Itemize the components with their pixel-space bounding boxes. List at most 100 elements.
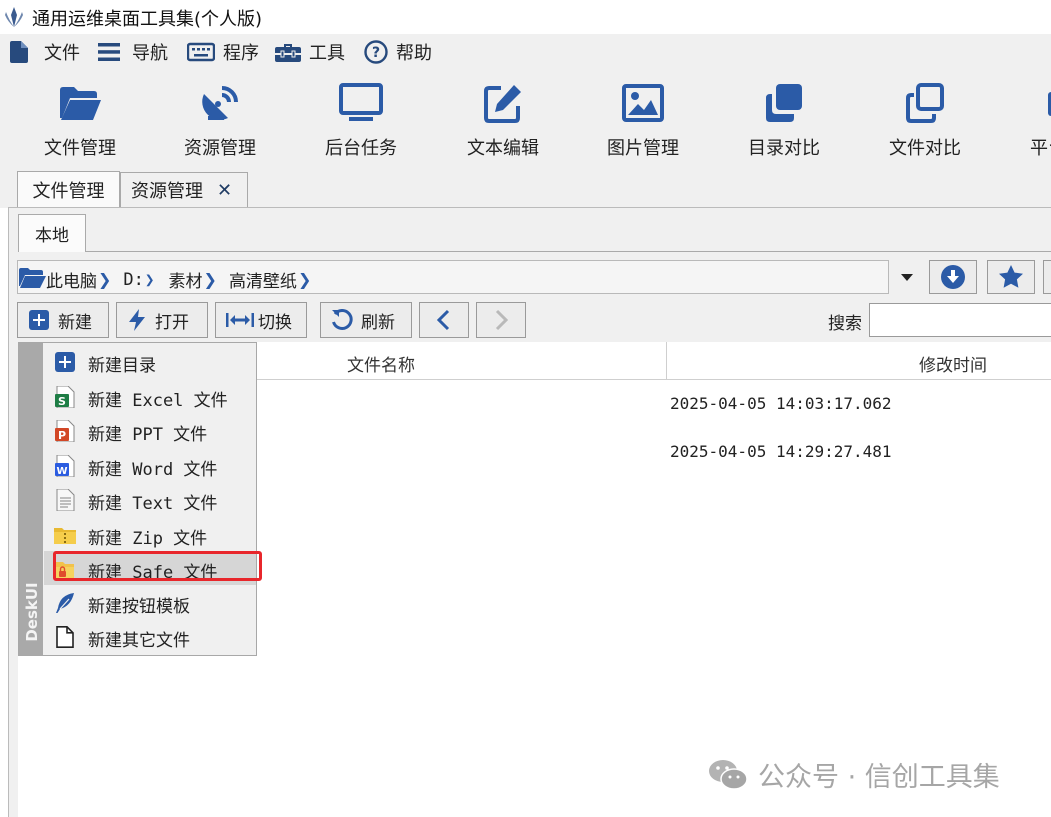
ribbon-platform[interactable]: 平台 — [996, 70, 1051, 168]
hamburger-icon — [98, 43, 120, 61]
folder-open-icon — [60, 87, 101, 120]
menu-bar: 文件 导航 程序 工具 ? 帮助 — [0, 34, 1051, 70]
arrows-h-icon — [226, 313, 254, 327]
more-button[interactable] — [1043, 260, 1051, 294]
caret-down-icon — [901, 274, 913, 281]
download-button[interactable] — [929, 260, 977, 294]
column-divider[interactable] — [666, 342, 667, 379]
menu-item-new-folder[interactable]: 新建目录 — [44, 344, 256, 378]
zip-file-icon — [54, 528, 76, 544]
menu-nav[interactable]: 导航 — [98, 39, 168, 65]
ribbon: 文件管理 资源管理 后台任务 文本编辑 图片管理 目录对比 文件对比 平台 — [0, 70, 1051, 168]
ribbon-resource-manager[interactable]: 资源管理 — [150, 70, 290, 168]
menu-item-new-button-template[interactable]: 新建按钮模板 — [44, 585, 256, 619]
menu-tools[interactable]: 工具 — [275, 39, 345, 65]
menu-item-label: 新建 Zip 文件 — [88, 529, 208, 549]
menu-item-new-other[interactable]: 新建其它文件 — [44, 619, 256, 653]
word-file-icon: W — [55, 455, 75, 477]
bolt-icon — [129, 309, 145, 331]
tab-label: 文件管理 — [32, 181, 105, 202]
forward-button[interactable] — [476, 302, 526, 338]
menu-item-new-text[interactable]: 新建 Text 文件 — [44, 482, 256, 516]
ribbon-label: 文本编辑 — [467, 138, 539, 159]
window-title: 通用运维桌面工具集(个人版) — [32, 9, 263, 30]
search-label: 搜索 — [828, 314, 862, 334]
switch-button[interactable]: 切换 — [215, 302, 307, 338]
svg-text:P: P — [58, 429, 66, 442]
open-button[interactable]: 打开 — [116, 302, 208, 338]
search-input[interactable] — [869, 303, 1051, 337]
menu-brand-label: DeskUI — [23, 582, 41, 642]
menu-file[interactable]: 文件 — [10, 39, 80, 65]
tab-label: 本地 — [35, 226, 69, 246]
breadcrumb-item[interactable]: 此电脑 ❯ — [46, 267, 111, 292]
back-button[interactable] — [419, 302, 469, 338]
satellite-dish-icon — [202, 86, 238, 120]
ribbon-label: 资源管理 — [184, 138, 256, 159]
table-row-modified[interactable]: 2025-04-05 14:29:27.481 — [670, 442, 892, 461]
menu-item-label: 新建 Word 文件 — [88, 460, 218, 480]
chevron-right-icon: ❯ — [144, 270, 155, 289]
favorite-button[interactable] — [987, 260, 1035, 294]
path-dropdown-button[interactable] — [890, 260, 924, 294]
tab-file-manager[interactable]: 文件管理 — [17, 171, 120, 208]
column-header-modified[interactable]: 修改时间 — [919, 351, 987, 376]
menu-item-label: 新建按钮模板 — [88, 597, 190, 617]
menu-item-new-ppt[interactable]: P 新建 PPT 文件 — [44, 413, 256, 447]
clone-filled-icon — [766, 84, 802, 122]
chevron-right-icon: ❯ — [297, 270, 312, 289]
menu-item-label: 新建目录 — [88, 356, 156, 376]
excel-file-icon: S — [55, 386, 75, 408]
menu-item-new-word[interactable]: W 新建 Word 文件 — [44, 448, 256, 482]
ribbon-image-manager[interactable]: 图片管理 — [573, 70, 713, 168]
menu-program-label: 程序 — [223, 43, 259, 64]
ribbon-file-manager[interactable]: 文件管理 — [10, 70, 150, 168]
ribbon-label: 文件管理 — [44, 138, 116, 159]
menu-nav-label: 导航 — [132, 43, 168, 64]
table-row-modified[interactable]: 2025-04-05 14:03:17.062 — [670, 394, 892, 413]
menu-help[interactable]: ? 帮助 — [364, 39, 432, 65]
menu-item-label: 新建 PPT 文件 — [88, 425, 208, 445]
app-logo-icon — [5, 7, 23, 27]
refresh-button[interactable]: 刷新 — [320, 302, 412, 338]
toolbox-icon — [275, 44, 301, 62]
wechat-icon — [709, 759, 748, 790]
ppt-file-icon: P — [55, 420, 75, 442]
tab-local[interactable]: 本地 — [18, 214, 86, 252]
refresh-icon — [332, 309, 353, 330]
breadcrumb-label: 此电脑 — [46, 272, 97, 292]
plus-square-icon — [29, 310, 49, 330]
download-circle-icon — [941, 265, 965, 289]
image-icon — [622, 84, 664, 122]
new-button-label: 新建 — [58, 312, 92, 333]
chevron-right-icon — [495, 309, 509, 331]
monitor-icon — [339, 83, 383, 121]
column-header-name[interactable]: 文件名称 — [347, 351, 415, 376]
breadcrumb-label: 素材 — [168, 272, 203, 292]
title-bar: 通用运维桌面工具集(个人版) — [0, 0, 1051, 34]
menu-item-label: 新建 Text 文件 — [88, 494, 218, 514]
ribbon-file-compare[interactable]: 文件对比 — [855, 70, 995, 168]
divider — [18, 251, 1051, 252]
clone-outline-icon — [906, 83, 944, 123]
tab-resource-manager[interactable]: 资源管理 ✕ — [120, 172, 248, 207]
breadcrumb-item[interactable]: D: ❯ — [123, 267, 154, 292]
menu-item-label: 新建其它文件 — [88, 631, 190, 651]
menu-program[interactable]: 程序 — [187, 39, 259, 65]
open-button-label: 打开 — [155, 312, 189, 333]
menu-item-new-excel[interactable]: S 新建 Excel 文件 — [44, 379, 256, 413]
edit-icon — [484, 85, 521, 123]
ribbon-label: 后台任务 — [325, 138, 397, 159]
menu-item-new-zip[interactable]: 新建 Zip 文件 — [44, 517, 256, 551]
ribbon-background-tasks[interactable]: 后台任务 — [291, 70, 431, 168]
breadcrumb-label: 高清壁纸 — [228, 272, 297, 292]
ribbon-text-editor[interactable]: 文本编辑 — [433, 70, 573, 168]
file-icon — [10, 41, 28, 63]
breadcrumb-item[interactable]: 高清壁纸 ❯ — [229, 267, 311, 292]
new-button[interactable]: 新建 — [17, 302, 109, 338]
breadcrumb-item[interactable]: 素材 ❯ — [169, 267, 217, 292]
path-bar[interactable]: 此电脑 ❯ D: ❯ 素材 ❯ 高清壁纸 ❯ — [17, 260, 889, 294]
close-icon[interactable]: ✕ — [217, 180, 232, 201]
ribbon-dir-compare[interactable]: 目录对比 — [714, 70, 854, 168]
watermark: 公众号 · 信创工具集 — [708, 755, 1000, 794]
